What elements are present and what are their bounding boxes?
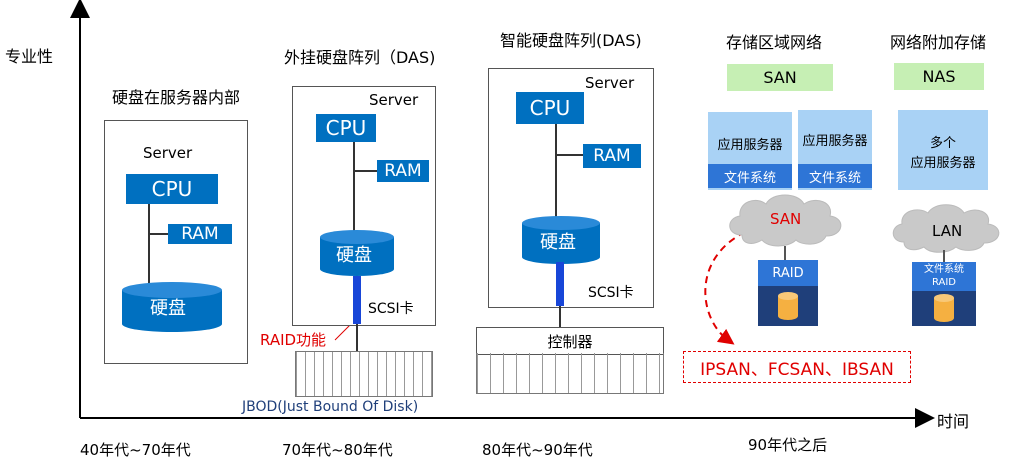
stage1-title: 硬盘在服务器内部 bbox=[112, 88, 241, 107]
nas-tag: NAS bbox=[894, 63, 984, 90]
lan-cloud-label: LAN bbox=[932, 222, 963, 240]
fs-bar: 文件系统 bbox=[708, 164, 792, 188]
nas-title: 网络附加存储 bbox=[890, 33, 987, 52]
scsi-card bbox=[353, 276, 361, 324]
scsi-cable bbox=[356, 324, 358, 352]
cpu-box: CPU bbox=[126, 174, 218, 204]
raid-function-label: RAID功能 bbox=[260, 331, 327, 349]
storage-cylinder bbox=[778, 292, 798, 320]
stage3-title: 智能硬盘阵列(DAS) bbox=[500, 31, 642, 50]
controller-box: 控制器 bbox=[476, 327, 664, 355]
y-axis-label: 专业性 bbox=[5, 47, 54, 66]
multi-app-server-box: 多个 应用服务器 bbox=[898, 110, 988, 190]
jbod-array bbox=[295, 351, 433, 397]
san-title: 存储区域网络 bbox=[726, 33, 823, 52]
scsi-label: SCSI卡 bbox=[588, 285, 634, 301]
scsi-cable bbox=[559, 306, 561, 328]
ram-box: RAM bbox=[168, 224, 232, 244]
fs-bar: 文件系统 bbox=[798, 164, 872, 188]
cpu-box: CPU bbox=[316, 114, 376, 142]
bus-branch bbox=[353, 170, 377, 172]
era-label: 70年代~80年代 bbox=[282, 441, 393, 459]
storage-cylinder bbox=[934, 294, 954, 322]
bus-line bbox=[148, 204, 150, 286]
x-axis-label: 时间 bbox=[937, 412, 970, 431]
disk-label: 硬盘 bbox=[336, 245, 372, 266]
stage2-title: 外挂硬盘阵列（DAS) bbox=[284, 48, 436, 67]
san-tag: SAN bbox=[727, 64, 833, 91]
server-label: Server bbox=[143, 144, 193, 162]
bus-branch bbox=[148, 233, 168, 235]
era-label: 80年代~90年代 bbox=[482, 441, 593, 459]
jbod-label: JBOD(Just Bound Of Disk) bbox=[242, 399, 419, 415]
lan-link bbox=[943, 250, 945, 262]
era-label: 90年代之后 bbox=[748, 436, 828, 454]
scsi-card bbox=[556, 262, 564, 306]
disk-label: 硬盘 bbox=[150, 298, 186, 319]
ram-box: RAM bbox=[583, 144, 641, 168]
disk-array bbox=[476, 353, 664, 394]
nas-storage: 文件系统 RAID bbox=[912, 262, 976, 326]
san-types-box: IPSAN、FCSAN、IBSAN bbox=[683, 351, 911, 383]
era-label: 40年代~70年代 bbox=[80, 441, 191, 459]
nas-storage-label: 文件系统 RAID bbox=[912, 262, 976, 291]
scsi-label: SCSI卡 bbox=[368, 301, 414, 317]
cpu-box: CPU bbox=[516, 92, 584, 124]
san-cloud-label: SAN bbox=[770, 210, 802, 228]
ram-box: RAM bbox=[377, 160, 429, 182]
bus-branch bbox=[555, 154, 583, 156]
bus-line bbox=[353, 142, 355, 234]
raid-label: RAID bbox=[758, 260, 818, 286]
server-label: Server bbox=[369, 91, 419, 109]
disk-label: 硬盘 bbox=[540, 232, 576, 253]
server-label: Server bbox=[585, 74, 635, 92]
bus-line bbox=[555, 124, 557, 222]
san-link bbox=[784, 246, 786, 260]
raid-storage: RAID bbox=[758, 260, 818, 326]
